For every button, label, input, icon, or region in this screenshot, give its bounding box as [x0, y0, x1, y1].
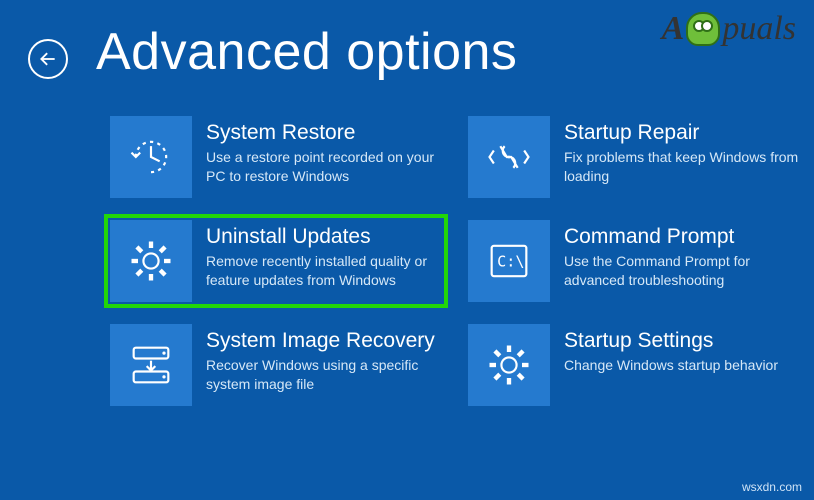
tile-desc: Use a restore point recorded on your PC … [206, 148, 442, 186]
tile-title: Startup Settings [564, 328, 778, 353]
tile-desc: Change Windows startup behavior [564, 356, 778, 375]
tile-system-restore[interactable]: System Restore Use a restore point recor… [108, 114, 444, 200]
tile-title: Startup Repair [564, 120, 800, 145]
svg-text:C:\: C:\ [497, 252, 524, 270]
tile-startup-repair[interactable]: Startup Repair Fix problems that keep Wi… [466, 114, 802, 200]
tile-desc: Recover Windows using a specific system … [206, 356, 442, 394]
tile-title: System Restore [206, 120, 442, 145]
wrench-icon [468, 116, 550, 198]
terminal-icon: C:\ [468, 220, 550, 302]
back-button[interactable] [28, 39, 68, 79]
tile-title: Command Prompt [564, 224, 800, 249]
source-note: wsxdn.com [742, 480, 802, 494]
tile-desc: Remove recently installed quality or fea… [206, 252, 442, 290]
options-grid: System Restore Use a restore point recor… [0, 82, 814, 408]
restore-icon [110, 116, 192, 198]
gear-icon [110, 220, 192, 302]
tile-desc: Use the Command Prompt for advanced trou… [564, 252, 800, 290]
tile-title: Uninstall Updates [206, 224, 442, 249]
tile-system-image-recovery[interactable]: System Image Recovery Recover Windows us… [108, 322, 444, 408]
tile-uninstall-updates[interactable]: Uninstall Updates Remove recently instal… [108, 218, 444, 304]
arrow-left-icon [38, 49, 58, 69]
tile-startup-settings[interactable]: Startup Settings Change Windows startup … [466, 322, 802, 408]
page-title: Advanced options [96, 22, 517, 82]
tile-title: System Image Recovery [206, 328, 442, 353]
tile-command-prompt[interactable]: C:\ Command Prompt Use the Command Promp… [466, 218, 802, 304]
disk-restore-icon [110, 324, 192, 406]
gear-icon [468, 324, 550, 406]
tile-desc: Fix problems that keep Windows from load… [564, 148, 800, 186]
